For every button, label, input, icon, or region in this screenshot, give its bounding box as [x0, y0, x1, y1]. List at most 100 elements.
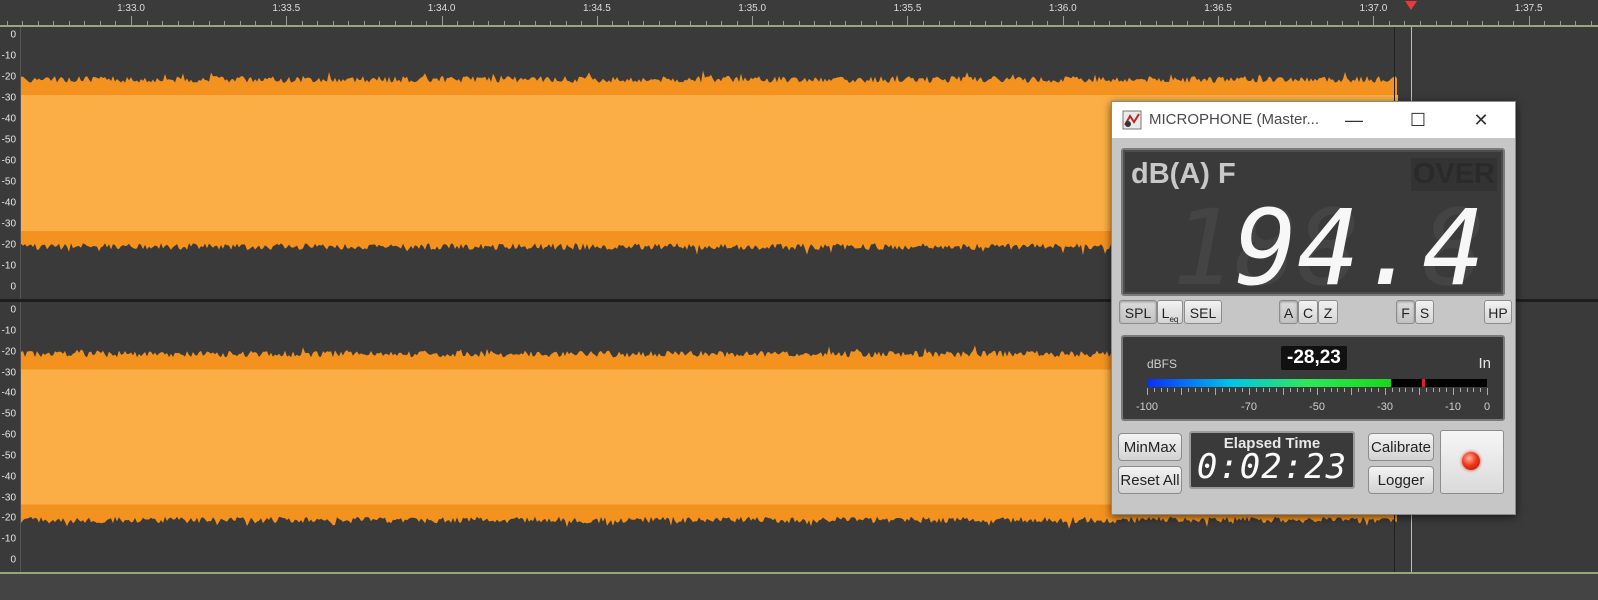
ruler-tick: [1529, 16, 1530, 25]
level-tick: [1174, 388, 1176, 392]
track-amplitude-scale: 0 -10 -20 -30 -40 -50 -60 -50 -40 -30 -20 -10 0: [0, 302, 21, 572]
level-tick: [1425, 388, 1427, 392]
slow-response-button[interactable]: S: [1415, 300, 1434, 324]
reset-all-button[interactable]: Reset All: [1118, 466, 1182, 494]
scale-label: -40: [1, 113, 16, 125]
ruler-tick: [1373, 16, 1374, 25]
level-tick: [1242, 388, 1244, 392]
maximize-button[interactable]: ☐: [1395, 102, 1441, 138]
level-tick: [1221, 388, 1223, 392]
fast-response-button[interactable]: F: [1396, 300, 1415, 324]
scale-label: -20: [1, 71, 16, 83]
level-tick: [1357, 388, 1359, 392]
level-tick: [1283, 388, 1284, 395]
a-weighting-button[interactable]: A: [1279, 300, 1298, 324]
level-tick: [1473, 388, 1475, 392]
level-tick: [1201, 388, 1203, 392]
scale-label: -30: [1, 92, 16, 104]
level-scale-label: -100: [1135, 401, 1159, 413]
timeline-ruler[interactable]: 1:33.0 1:33.5 1:34.0 1:34.5 1:35.0 1:35.5 1:36…: [0, 0, 1598, 25]
scale-label: -30: [1, 218, 16, 230]
input-level-fill: [1147, 379, 1392, 387]
level-tick: [1405, 388, 1407, 392]
ruler-time-label: 1:35.0: [738, 3, 767, 14]
level-tick: [1249, 388, 1250, 395]
record-indicator-icon: [1462, 452, 1480, 470]
level-tick: [1235, 388, 1237, 392]
scale-label: -40: [1, 197, 16, 209]
ruler-time-label: 1:33.0: [117, 3, 145, 14]
input-level-panel: dBFS -28,23 In -100 -70 -50 -30 -10 0: [1121, 335, 1505, 421]
level-tick: [1255, 388, 1257, 392]
level-tick: [1317, 388, 1318, 395]
level-tick: [1228, 388, 1230, 392]
level-tick: [1147, 388, 1148, 395]
level-tick: [1432, 388, 1434, 392]
calibrate-button[interactable]: Calibrate: [1368, 433, 1434, 461]
level-tick: [1323, 388, 1325, 392]
level-tick: [1167, 388, 1169, 392]
window-titlebar[interactable]: MICROPHONE (Master... — ☐ ✕: [1112, 102, 1515, 138]
level-tick: [1194, 388, 1196, 392]
level-tick: [1262, 388, 1264, 392]
logger-button[interactable]: Logger: [1368, 466, 1434, 494]
ruler-time-label: 1:34.0: [427, 3, 456, 14]
weighting-label: dB(A) F: [1131, 158, 1236, 190]
level-tick: [1276, 388, 1278, 392]
scale-label: -10: [1, 260, 16, 272]
scale-label: 0: [10, 554, 16, 566]
level-tick: [1364, 388, 1366, 392]
scale-label: -20: [1, 512, 16, 524]
level-tick: [1330, 388, 1332, 392]
mode-button-row: SPL Leq SEL A C Z F S HP: [1112, 296, 1515, 328]
scale-label: -10: [1, 325, 16, 337]
level-tick: [1289, 388, 1291, 392]
empty-track-area[interactable]: [0, 574, 1598, 600]
level-tick: [1419, 388, 1420, 395]
scale-label: -30: [1, 492, 16, 503]
level-scale-label: 0: [1483, 401, 1491, 413]
close-button[interactable]: ✕: [1458, 102, 1504, 138]
sound-level-meter-window[interactable]: MICROPHONE (Master... — ☐ ✕ 188.8 94.4 dB…: [1111, 101, 1516, 515]
ruler-time-label: 1:36.5: [1204, 3, 1232, 14]
ruler-tick: [907, 16, 908, 25]
scale-label: -40: [1, 471, 16, 483]
ruler-time-label: 1:33.5: [272, 3, 301, 14]
scale-label: 0: [10, 281, 16, 293]
level-scale-label: -70: [1241, 401, 1257, 413]
level-tick: [1351, 388, 1352, 395]
level-tick: [1446, 388, 1448, 392]
ruler-tick: [286, 16, 287, 25]
minmax-button[interactable]: MinMax: [1118, 433, 1182, 461]
playhead-marker-icon[interactable]: [1405, 1, 1417, 10]
dbfs-value: -28,23: [1281, 346, 1347, 370]
elapsed-time-display: Elapsed Time 0:02:23: [1189, 431, 1355, 489]
scale-label: -50: [1, 176, 16, 188]
meter-body: 188.8 94.4 dB(A) F OVER SPL Leq SEL A C Z…: [1112, 138, 1515, 514]
scale-label: -50: [1, 450, 16, 462]
ruler-time-label: 1:37.0: [1359, 3, 1388, 14]
ruler-tick: [1218, 16, 1219, 25]
minimize-button[interactable]: —: [1331, 102, 1377, 138]
c-weighting-button[interactable]: C: [1298, 300, 1318, 324]
high-pass-button[interactable]: HP: [1484, 300, 1512, 324]
level-value: 94.4: [1235, 187, 1485, 294]
ruler-tick: [131, 16, 132, 25]
record-button[interactable]: [1440, 430, 1504, 494]
level-tick: [1296, 388, 1298, 392]
level-tick: [1453, 388, 1454, 395]
spl-button[interactable]: SPL: [1119, 300, 1157, 324]
level-tick: [1487, 388, 1488, 395]
ruler-tick: [1063, 16, 1064, 25]
level-tick: [1466, 388, 1468, 392]
scale-label: -10: [1, 533, 16, 545]
leq-button[interactable]: Leq: [1157, 300, 1183, 324]
scale-label: -60: [1, 155, 16, 167]
window-title: MICROPHONE (Master...: [1149, 111, 1320, 128]
track-amplitude-scale: 0 -10 -20 -30 -40 -50 -60 -50 -40 -30 -20 -10 0: [0, 27, 21, 299]
level-tick: [1371, 388, 1373, 392]
sel-button[interactable]: SEL: [1184, 300, 1222, 324]
level-tick: [1412, 388, 1414, 392]
z-weighting-button[interactable]: Z: [1318, 300, 1338, 324]
dbfs-unit-label: dBFS: [1147, 357, 1178, 371]
